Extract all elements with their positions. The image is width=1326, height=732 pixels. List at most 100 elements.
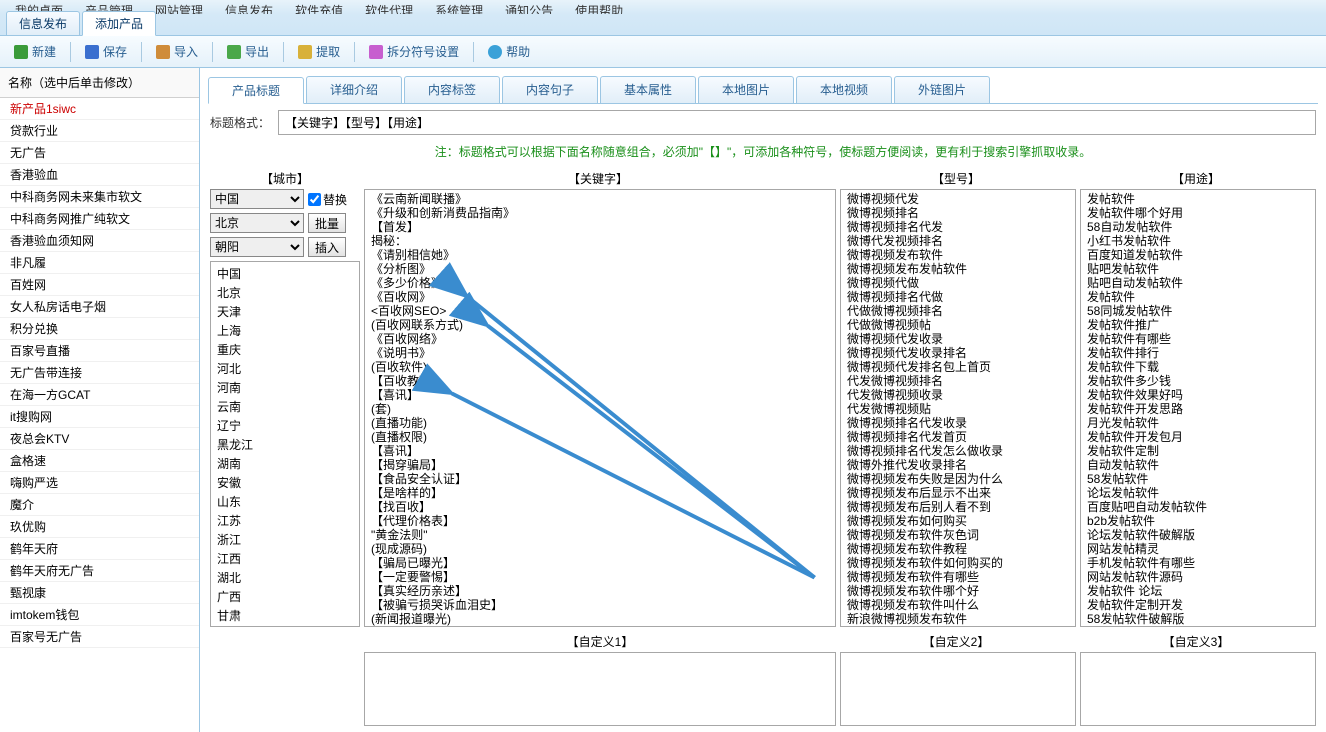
sub-tab[interactable]: 内容标签 — [404, 76, 500, 103]
save-button[interactable]: 保存 — [77, 40, 135, 63]
submit-button[interactable]: 提取 — [290, 40, 348, 63]
top-menu-item[interactable]: 使用帮助 — [575, 2, 623, 10]
product-item[interactable]: 百家号直播 — [0, 340, 199, 362]
submit-icon — [298, 45, 312, 59]
city-item[interactable]: 湖北 — [213, 568, 357, 587]
use-line: 58发帖软件 — [1087, 472, 1309, 486]
product-item[interactable]: 鹤年天府无广告 — [0, 560, 199, 582]
product-item[interactable]: 玖优购 — [0, 516, 199, 538]
sub-tab[interactable]: 基本属性 — [600, 76, 696, 103]
product-item[interactable]: 在海一方GCAT — [0, 384, 199, 406]
submit-label: 提取 — [316, 43, 340, 60]
sub-tab[interactable]: 内容句子 — [502, 76, 598, 103]
product-item[interactable]: 非凡履 — [0, 252, 199, 274]
model-textarea[interactable]: 微博视频代发微博视频排名微博视频排名代发微博代发视频排名微博视频发布软件微博视频… — [840, 189, 1076, 627]
custom1-header: 【自定义1】 — [364, 631, 836, 652]
custom2-textarea[interactable] — [840, 652, 1076, 726]
split-icon — [369, 45, 383, 59]
keyword-textarea[interactable]: 《云南新闻联播》《升级和创新消费品指南》【首发】揭秘：《请别相信她》《分析图》《… — [364, 189, 836, 627]
product-item[interactable]: 香港验血须知网 — [0, 230, 199, 252]
sub-tab[interactable]: 产品标题 — [208, 77, 304, 104]
city-header: 【城市】 — [210, 168, 360, 189]
city-item[interactable]: 安徽 — [213, 473, 357, 492]
product-item[interactable]: imtokem钱包 — [0, 604, 199, 626]
product-item[interactable]: 女人私房话电子烟 — [0, 296, 199, 318]
product-list[interactable]: 新产品1siwc贷款行业无广告香港验血中科商务网未来集市软文中科商务网推广纯软文… — [0, 98, 199, 732]
top-menu-item[interactable]: 产品管理 — [85, 2, 133, 10]
top-menu-item[interactable]: 通知公告 — [505, 2, 553, 10]
city-list[interactable]: 中国北京天津上海重庆河北河南云南辽宁黑龙江湖南安徽山东江苏浙江江西湖北广西甘肃山… — [210, 261, 360, 627]
product-item[interactable]: 夜总会KTV — [0, 428, 199, 450]
product-item[interactable]: 甄视康 — [0, 582, 199, 604]
product-item[interactable]: 贷款行业 — [0, 120, 199, 142]
city-item[interactable]: 浙江 — [213, 530, 357, 549]
custom1-textarea[interactable] — [364, 652, 836, 726]
model-line: 微博视频发布发帖软件 — [847, 262, 1069, 276]
sub-tabs: 产品标题详细介绍内容标签内容句子基本属性本地图片本地视频外链图片 — [208, 76, 1318, 104]
product-item[interactable]: 无广告带连接 — [0, 362, 199, 384]
sub-tab[interactable]: 本地视频 — [796, 76, 892, 103]
district-select[interactable]: 朝阳 — [210, 237, 304, 257]
window-tabs: 信息发布添加产品 — [0, 14, 1326, 36]
replace-check[interactable] — [308, 193, 321, 206]
top-menu-item[interactable]: 我的桌面 — [15, 2, 63, 10]
top-menu-item[interactable]: 信息发布 — [225, 2, 273, 10]
custom3-textarea[interactable] — [1080, 652, 1316, 726]
insert-button[interactable]: 插入 — [308, 237, 346, 257]
product-item[interactable]: 积分兑换 — [0, 318, 199, 340]
city-item[interactable]: 上海 — [213, 321, 357, 340]
city-item[interactable]: 重庆 — [213, 340, 357, 359]
product-item[interactable]: 香港验血 — [0, 164, 199, 186]
city-item[interactable]: 中国 — [213, 264, 357, 283]
city-item[interactable]: 河南 — [213, 378, 357, 397]
split-button[interactable]: 拆分符号设置 — [361, 40, 467, 63]
city-item[interactable]: 辽宁 — [213, 416, 357, 435]
batch-button[interactable]: 批量 — [308, 213, 346, 233]
export-button[interactable]: 导出 — [219, 40, 277, 63]
country-select[interactable]: 中国 — [210, 189, 304, 209]
city-item[interactable]: 河北 — [213, 359, 357, 378]
city-item[interactable]: 甘肃 — [213, 606, 357, 625]
city-item[interactable]: 北京 — [213, 283, 357, 302]
top-menu-item[interactable]: 软件充值 — [295, 2, 343, 10]
keyword-line: 【代理价格表】 — [371, 514, 829, 528]
product-item[interactable]: 嗨购严选 — [0, 472, 199, 494]
sub-tab[interactable]: 本地图片 — [698, 76, 794, 103]
city-item[interactable]: 江西 — [213, 549, 357, 568]
new-button[interactable]: 新建 — [6, 40, 64, 63]
product-item[interactable]: 鹤年天府 — [0, 538, 199, 560]
city-item[interactable]: 云南 — [213, 397, 357, 416]
city-item[interactable]: 山西 — [213, 625, 357, 627]
province-select[interactable]: 北京 — [210, 213, 304, 233]
import-button[interactable]: 导入 — [148, 40, 206, 63]
top-menu-item[interactable]: 系统管理 — [435, 2, 483, 10]
product-item[interactable]: 无广告 — [0, 142, 199, 164]
top-menu-item[interactable]: 网站管理 — [155, 2, 203, 10]
city-item[interactable]: 天津 — [213, 302, 357, 321]
model-line: 微博视频排名代发 — [847, 220, 1069, 234]
help-button[interactable]: 帮助 — [480, 40, 538, 63]
title-format-input[interactable]: 【关键字】【型号】【用途】 — [278, 110, 1316, 135]
model-line: 微博视频发布如何购买 — [847, 514, 1069, 528]
product-item[interactable]: 盒格速 — [0, 450, 199, 472]
product-item[interactable]: 百家号无广告 — [0, 626, 199, 648]
city-item[interactable]: 山东 — [213, 492, 357, 511]
replace-checkbox[interactable]: 替换 — [308, 189, 347, 209]
window-tab[interactable]: 添加产品 — [82, 11, 156, 36]
city-item[interactable]: 黑龙江 — [213, 435, 357, 454]
sub-tab[interactable]: 详细介绍 — [306, 76, 402, 103]
product-item[interactable]: 中科商务网推广纯软文 — [0, 208, 199, 230]
product-item[interactable]: 新产品1siwc — [0, 98, 199, 120]
city-item[interactable]: 广西 — [213, 587, 357, 606]
city-item[interactable]: 江苏 — [213, 511, 357, 530]
product-item[interactable]: it搜购网 — [0, 406, 199, 428]
window-tab[interactable]: 信息发布 — [6, 11, 80, 35]
product-item[interactable]: 中科商务网未来集市软文 — [0, 186, 199, 208]
city-item[interactable]: 湖南 — [213, 454, 357, 473]
sub-tab[interactable]: 外链图片 — [894, 76, 990, 103]
keyword-line: 《说明书》 — [371, 346, 829, 360]
product-item[interactable]: 百姓网 — [0, 274, 199, 296]
use-textarea[interactable]: 发帖软件发帖软件哪个好用58自动发帖软件小红书发帖软件百度知道发帖软件贴吧发帖软… — [1080, 189, 1316, 627]
top-menu-item[interactable]: 软件代理 — [365, 2, 413, 10]
product-item[interactable]: 魔介 — [0, 494, 199, 516]
